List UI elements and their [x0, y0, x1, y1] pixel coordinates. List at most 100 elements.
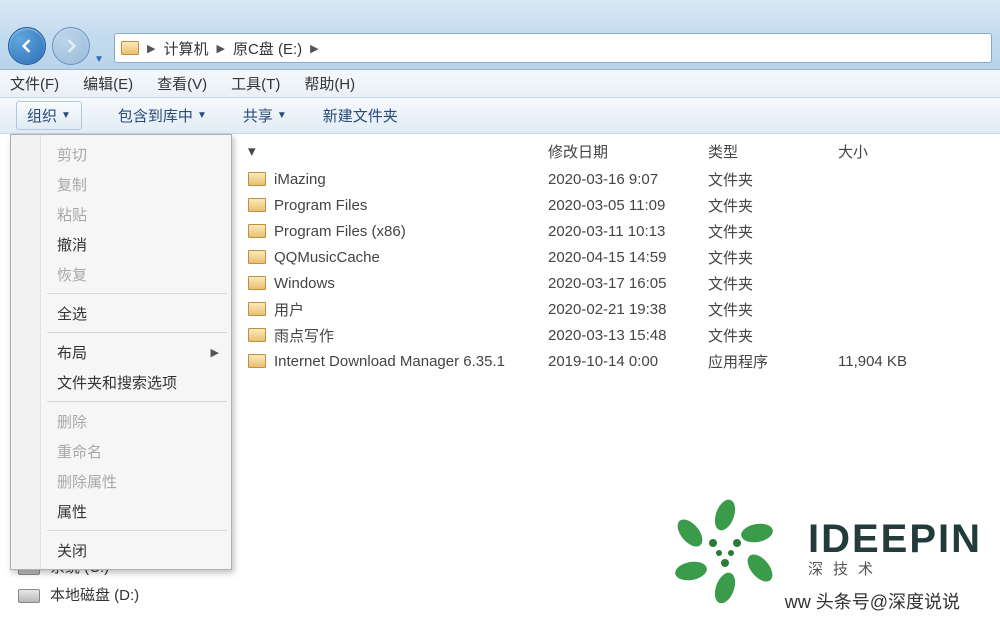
menu-undo[interactable]: 撤消 [13, 229, 229, 259]
menu-cut[interactable]: 剪切 [13, 139, 229, 169]
file-date: 2020-03-05 11:09 [548, 197, 708, 214]
share-button[interactable]: 共享 ▼ [243, 105, 287, 126]
new-folder-button[interactable]: 新建文件夹 [323, 105, 398, 126]
spiral-logo-icon [660, 493, 790, 603]
file-date: 2020-04-15 14:59 [548, 249, 708, 266]
menu-tools[interactable]: 工具(T) [231, 73, 280, 94]
file-size: 11,904 KB [838, 353, 968, 370]
file-date: 2020-02-21 19:38 [548, 301, 708, 318]
folder-icon [248, 224, 266, 238]
menu-rename[interactable]: 重命名 [13, 436, 229, 466]
menu-properties-label: 属性 [57, 501, 219, 522]
file-row[interactable]: Program Files2020-03-05 11:09文件夹 [238, 192, 1000, 218]
menu-remove-props-label: 删除属性 [57, 471, 219, 492]
sort-indicator: ▾ [248, 143, 256, 160]
column-headers: ▾ 修改日期 类型 大小 [238, 136, 1000, 166]
breadcrumb-drive[interactable]: 原C盘 (E:) [233, 38, 302, 59]
menu-icon-strip [11, 135, 41, 569]
file-name: Program Files (x86) [274, 223, 406, 240]
file-name: Windows [274, 275, 335, 292]
organize-button[interactable]: 组织 ▼ [16, 101, 82, 130]
menu-undo-label: 撤消 [57, 234, 219, 255]
menu-select-all-label: 全选 [57, 303, 219, 324]
menu-remove-props[interactable]: 删除属性 [13, 466, 229, 496]
forward-button[interactable] [52, 27, 90, 65]
menu-layout[interactable]: 布局 ▶ [13, 337, 229, 367]
col-type-header[interactable]: 类型 [708, 141, 838, 162]
watermark-sub: 深技术 [808, 558, 982, 579]
file-row[interactable]: iMazing 2020-03-16 9:07文件夹 [238, 166, 1000, 192]
file-type: 文件夹 [708, 221, 838, 242]
watermark-brand: IDEEPIN [808, 517, 982, 562]
file-type: 文件夹 [708, 247, 838, 268]
file-row[interactable]: Program Files (x86) 2020-03-11 10:13文件夹 [238, 218, 1000, 244]
file-type: 文件夹 [708, 325, 838, 346]
drive-icon [121, 41, 139, 55]
file-row[interactable]: QQMusicCache 2020-04-15 14:59文件夹 [238, 244, 1000, 270]
menu-paste[interactable]: 粘贴 [13, 199, 229, 229]
window-titlebar: ▼ ▶ 计算机 ▶ 原C盘 (E:) ▶ [0, 0, 1000, 70]
address-bar[interactable]: ▶ 计算机 ▶ 原C盘 (E:) ▶ [114, 33, 992, 63]
menu-help[interactable]: 帮助(H) [304, 73, 355, 94]
newfolder-label: 新建文件夹 [323, 105, 398, 126]
menu-paste-label: 粘贴 [57, 204, 219, 225]
file-name: iMazing [274, 171, 326, 188]
folder-icon [248, 198, 266, 212]
file-type: 文件夹 [708, 299, 838, 320]
file-name: 用户 [274, 299, 304, 320]
menu-close-label: 关闭 [57, 540, 219, 561]
file-date: 2020-03-17 16:05 [548, 275, 708, 292]
menu-properties[interactable]: 属性 [13, 496, 229, 526]
include-in-library-button[interactable]: 包含到库中 ▼ [118, 105, 207, 126]
command-bar: 组织 ▼ 包含到库中 ▼ 共享 ▼ 新建文件夹 [0, 98, 1000, 134]
menu-folder-options-label: 文件夹和搜索选项 [57, 372, 219, 393]
chevron-right-icon: ▶ [147, 42, 155, 55]
menu-select-all[interactable]: 全选 [13, 298, 229, 328]
col-name-header[interactable]: ▾ [248, 142, 548, 160]
menu-folder-options[interactable]: 文件夹和搜索选项 [13, 367, 229, 397]
menu-view[interactable]: 查看(V) [157, 73, 207, 94]
menu-delete-label: 删除 [57, 411, 219, 432]
folder-icon [248, 354, 266, 368]
file-row[interactable]: Windows2020-03-17 16:05文件夹 [238, 270, 1000, 296]
file-row[interactable]: Internet Download Manager 6.35.12019-10-… [238, 348, 1000, 374]
file-name: Internet Download Manager 6.35.1 [274, 353, 505, 370]
share-label: 共享 [243, 105, 273, 126]
menu-edit[interactable]: 编辑(E) [83, 73, 133, 94]
file-date: 2020-03-13 15:48 [548, 327, 708, 344]
menu-close[interactable]: 关闭 [13, 535, 229, 565]
drive-d-item[interactable]: 本地磁盘 (D:) [18, 582, 139, 610]
back-button[interactable] [8, 27, 46, 65]
col-date-header[interactable]: 修改日期 [548, 141, 708, 162]
chevron-right-icon: ▶ [216, 42, 224, 55]
breadcrumb-computer[interactable]: 计算机 [163, 38, 208, 59]
col-size-header[interactable]: 大小 [838, 141, 968, 162]
file-type: 应用程序 [708, 351, 838, 372]
menu-layout-label: 布局 [57, 342, 197, 363]
menu-copy[interactable]: 复制 [13, 169, 229, 199]
folder-icon [248, 172, 266, 186]
menu-delete[interactable]: 删除 [13, 406, 229, 436]
nav-history-dropdown[interactable]: ▼ [94, 54, 108, 65]
menu-redo-label: 恢复 [57, 264, 219, 285]
file-type: 文件夹 [708, 195, 838, 216]
menu-separator [47, 293, 227, 294]
menu-separator [47, 401, 227, 402]
file-type: 文件夹 [708, 169, 838, 190]
file-name: QQMusicCache [274, 249, 380, 266]
chevron-down-icon: ▼ [277, 110, 287, 121]
file-name: 雨点写作 [274, 325, 334, 346]
file-date: 2020-03-16 9:07 [548, 171, 708, 188]
file-row[interactable]: 雨点写作 2020-03-13 15:48文件夹 [238, 322, 1000, 348]
folder-icon [248, 328, 266, 342]
include-label: 包含到库中 [118, 105, 193, 126]
chevron-right-icon: ▶ [310, 42, 318, 55]
watermark: IDEEPIN 深技术 [660, 493, 982, 603]
file-date: 2020-03-11 10:13 [548, 223, 708, 240]
hdd-icon [18, 589, 40, 603]
chevron-down-icon: ▼ [197, 110, 207, 121]
file-row[interactable]: 用户 2020-02-21 19:38文件夹 [238, 296, 1000, 322]
menu-file[interactable]: 文件(F) [10, 73, 59, 94]
menu-redo[interactable]: 恢复 [13, 259, 229, 289]
folder-icon [248, 276, 266, 290]
